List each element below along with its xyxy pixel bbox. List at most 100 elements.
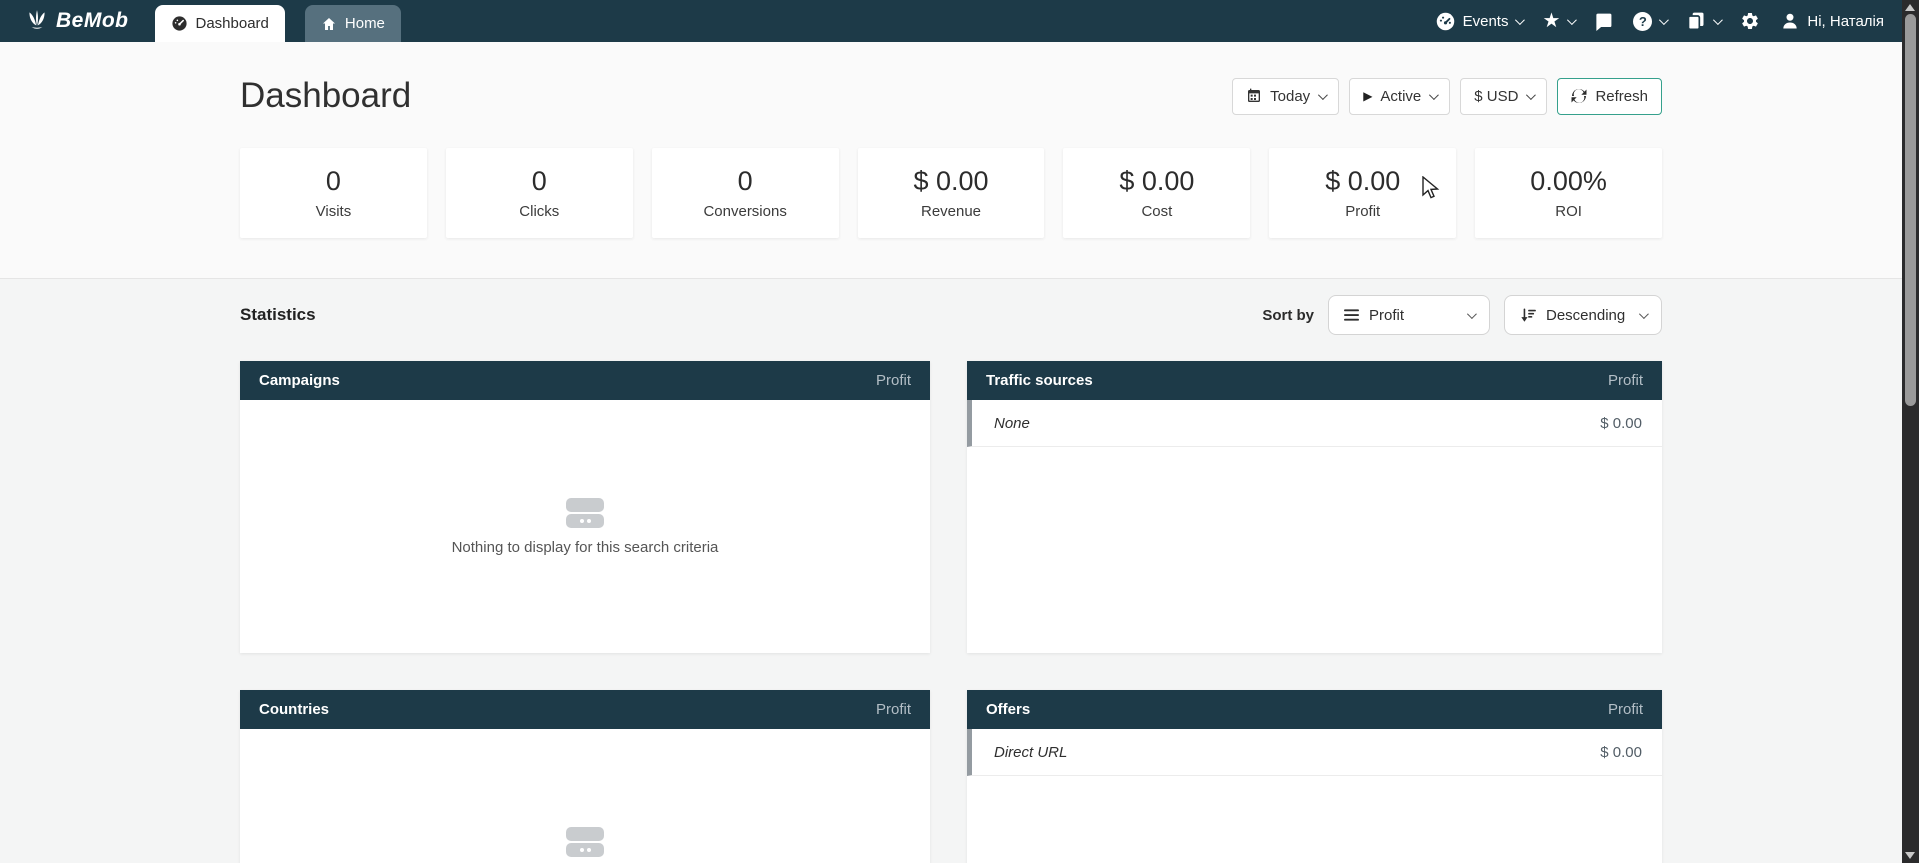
events-label: Events bbox=[1463, 13, 1509, 30]
panel-body: Nothing to display for this search crite… bbox=[240, 400, 930, 653]
play-icon: ▶ bbox=[1363, 89, 1372, 103]
row-value: $ 0.00 bbox=[1600, 415, 1642, 432]
statistics-section: Statistics Sort by Profit bbox=[0, 278, 1902, 863]
empty-state: Nothing to display for this search crite… bbox=[452, 827, 719, 863]
main-content: Dashboard Today ▶ Active $ USD bbox=[0, 42, 1902, 863]
statistics-heading: Statistics bbox=[240, 305, 316, 325]
chevron-down-icon bbox=[1639, 309, 1649, 319]
sort-by-label: Sort by bbox=[1262, 307, 1314, 324]
bemob-logo[interactable]: BeMob bbox=[0, 0, 155, 42]
stat-label: Revenue bbox=[921, 203, 981, 220]
sort-direction-value: Descending bbox=[1546, 307, 1625, 324]
tab-label: Dashboard bbox=[196, 15, 269, 32]
windows-stack-icon bbox=[1686, 11, 1706, 31]
panel-title: Traffic sources bbox=[986, 372, 1093, 389]
chevron-down-icon bbox=[1526, 90, 1536, 100]
chevron-down-icon bbox=[1567, 15, 1577, 25]
chevron-down-icon bbox=[1713, 15, 1723, 25]
vertical-scrollbar[interactable] bbox=[1902, 0, 1919, 863]
stat-label: Cost bbox=[1141, 203, 1172, 220]
table-row[interactable]: None $ 0.00 bbox=[967, 400, 1662, 447]
tab-dashboard[interactable]: Dashboard bbox=[155, 5, 285, 42]
dashboard-toolbar: Today ▶ Active $ USD Refr bbox=[1232, 78, 1662, 115]
stat-card-conversions: 0 Conversions bbox=[652, 148, 839, 238]
panel-title: Offers bbox=[986, 701, 1030, 718]
empty-state-text: Nothing to display for this search crite… bbox=[452, 539, 719, 556]
scroll-up-arrow[interactable] bbox=[1905, 4, 1915, 11]
user-icon bbox=[1780, 11, 1800, 31]
feedback-button[interactable] bbox=[1594, 12, 1613, 31]
stat-value: $ 0.00 bbox=[1325, 166, 1400, 197]
sort-direction-select[interactable]: Descending bbox=[1504, 295, 1662, 335]
chevron-down-icon bbox=[1429, 90, 1439, 100]
stat-label: Visits bbox=[316, 203, 352, 220]
chat-icon bbox=[1594, 12, 1613, 31]
gauge-icon bbox=[171, 15, 188, 32]
row-value: $ 0.00 bbox=[1600, 744, 1642, 761]
stat-label: Profit bbox=[1345, 203, 1380, 220]
status-filter-button[interactable]: ▶ Active bbox=[1349, 78, 1450, 115]
currency-label: $ USD bbox=[1474, 88, 1518, 105]
stat-label: ROI bbox=[1555, 203, 1582, 220]
nav-tabs: Dashboard Home bbox=[155, 0, 401, 42]
stat-card-clicks: 0 Clicks bbox=[446, 148, 633, 238]
page-title: Dashboard bbox=[240, 76, 411, 116]
stat-card-roi: 0.00% ROI bbox=[1475, 148, 1662, 238]
calendar-icon bbox=[1246, 88, 1262, 104]
stat-value: 0.00% bbox=[1530, 166, 1607, 197]
panel-metric-label: Profit bbox=[876, 372, 911, 389]
events-menu[interactable]: Events bbox=[1435, 11, 1523, 32]
sort-descending-icon bbox=[1520, 308, 1536, 323]
home-icon bbox=[321, 16, 337, 32]
date-range-button[interactable]: Today bbox=[1232, 78, 1339, 115]
sort-controls: Sort by Profit Des bbox=[1262, 295, 1662, 335]
scrollbar-thumb[interactable] bbox=[1905, 14, 1916, 406]
panel-metric-label: Profit bbox=[1608, 372, 1643, 389]
stat-card-cost: $ 0.00 Cost bbox=[1063, 148, 1250, 238]
stat-value: 0 bbox=[532, 166, 547, 197]
settings-button[interactable] bbox=[1740, 11, 1760, 31]
date-range-label: Today bbox=[1270, 88, 1310, 105]
table-row[interactable]: Direct URL $ 0.00 bbox=[967, 729, 1662, 776]
refresh-label: Refresh bbox=[1595, 88, 1648, 105]
panel-offers: Offers Profit Direct URL $ 0.00 bbox=[967, 690, 1662, 863]
panel-title: Countries bbox=[259, 701, 329, 718]
chevron-down-icon bbox=[1467, 309, 1477, 319]
panel-body: Direct URL $ 0.00 bbox=[967, 729, 1662, 863]
chevron-down-icon bbox=[1318, 90, 1328, 100]
stat-label: Clicks bbox=[519, 203, 559, 220]
gear-icon bbox=[1740, 11, 1760, 31]
star-icon: ★ bbox=[1542, 11, 1560, 31]
panel-traffic-sources: Traffic sources Profit None $ 0.00 bbox=[967, 361, 1662, 653]
stat-value: $ 0.00 bbox=[913, 166, 988, 197]
tab-home[interactable]: Home bbox=[305, 5, 401, 42]
help-menu[interactable]: ? bbox=[1633, 12, 1666, 31]
sort-field-select[interactable]: Profit bbox=[1328, 295, 1490, 335]
brand-name: BeMob bbox=[56, 9, 129, 33]
currency-button[interactable]: $ USD bbox=[1460, 78, 1547, 115]
panel-header: Countries Profit bbox=[240, 690, 930, 729]
scroll-down-arrow[interactable] bbox=[1905, 852, 1915, 859]
stat-card-profit: $ 0.00 Profit bbox=[1269, 148, 1456, 238]
panel-body: None $ 0.00 bbox=[967, 400, 1662, 653]
refresh-button[interactable]: Refresh bbox=[1557, 78, 1662, 115]
stats-cards-row: 0 Visits 0 Clicks 0 Conversions $ 0.00 R… bbox=[240, 148, 1662, 238]
panels-grid: Campaigns Profit Nothing to display for … bbox=[240, 361, 1662, 863]
user-menu[interactable]: Hi, Наталія bbox=[1780, 11, 1884, 31]
events-gauge-icon bbox=[1435, 11, 1456, 32]
empty-server-icon bbox=[566, 498, 604, 528]
panel-title: Campaigns bbox=[259, 372, 340, 389]
stat-value: 0 bbox=[326, 166, 341, 197]
workspace-menu[interactable] bbox=[1686, 11, 1720, 31]
top-navbar: BeMob Dashboard Home bbox=[0, 0, 1902, 42]
bemob-logo-icon bbox=[24, 8, 50, 34]
user-greeting: Hi, Наталія bbox=[1807, 13, 1884, 30]
help-icon: ? bbox=[1633, 12, 1652, 31]
navbar-right: Events ★ ? bbox=[1435, 0, 1902, 42]
panel-metric-label: Profit bbox=[876, 701, 911, 718]
favorites-menu[interactable]: ★ bbox=[1542, 11, 1574, 31]
tab-label: Home bbox=[345, 15, 385, 32]
stat-card-visits: 0 Visits bbox=[240, 148, 427, 238]
panel-header: Traffic sources Profit bbox=[967, 361, 1662, 400]
panel-header: Offers Profit bbox=[967, 690, 1662, 729]
